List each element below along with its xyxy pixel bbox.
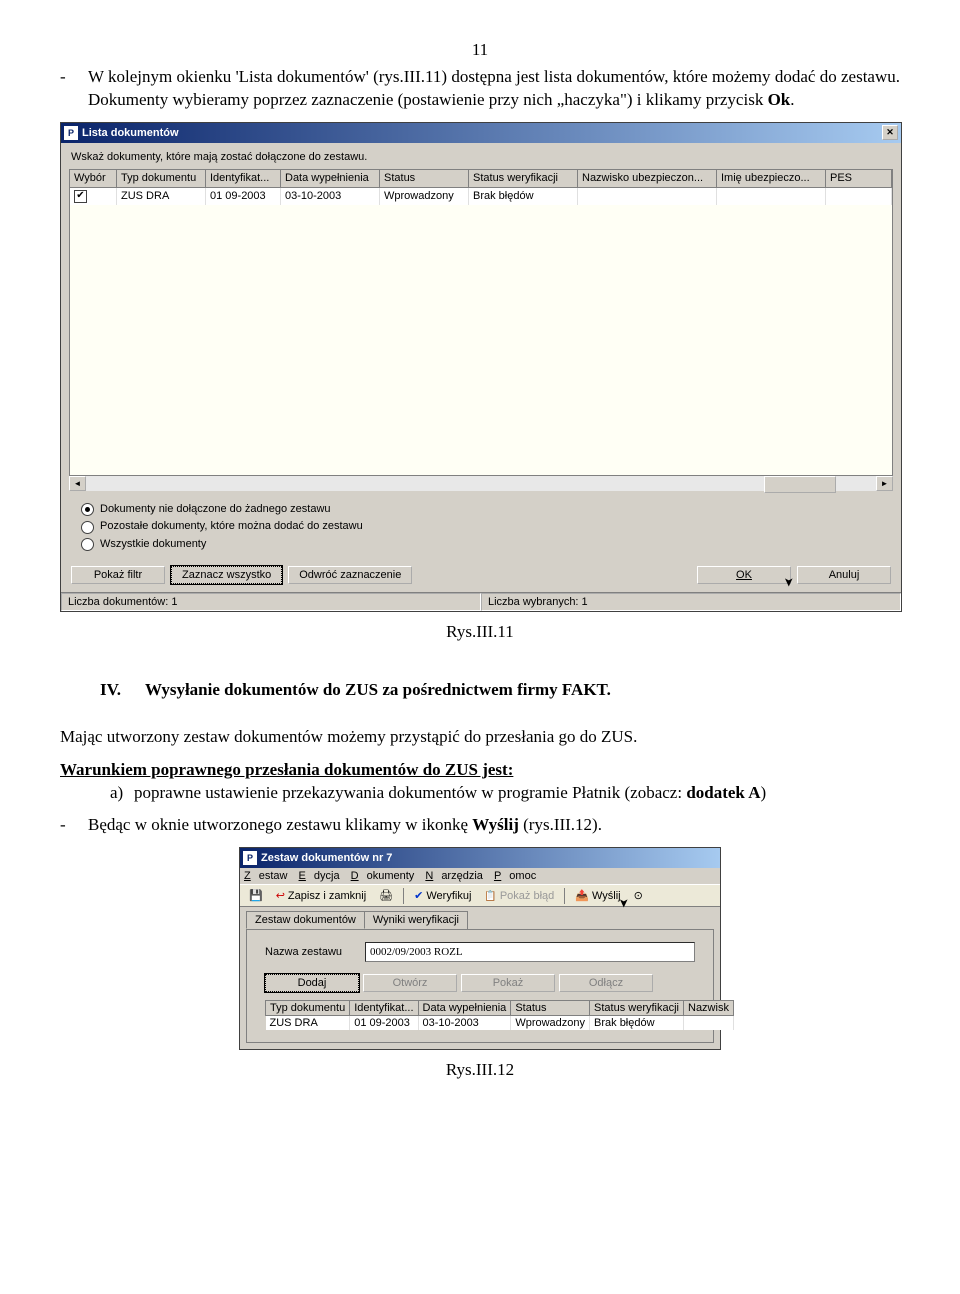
tab-zestaw[interactable]: Zestaw dokumentów (246, 911, 365, 929)
titlebar-2: P Zestaw dokumentów nr 7 (240, 848, 720, 868)
tab-panel: Nazwa zestawu Dodaj Otwórz Pokaż Odłącz … (246, 929, 714, 1043)
scroll-left-icon[interactable]: ◄ (69, 476, 86, 491)
dodaj-button[interactable]: Dodaj (265, 974, 359, 992)
verify-button[interactable]: Weryfikuj (409, 887, 476, 904)
table-row[interactable]: ZUS DRA 01 09-2003 03-10-2003 Wprowadzon… (266, 1016, 734, 1031)
lista-dokumentow-dialog: P Lista dokumentów ✕ Wskaż dokumenty, kt… (60, 122, 902, 612)
condition-heading: Warunkiem poprawnego przesłania dokument… (60, 760, 513, 779)
titlebar: P Lista dokumentów ✕ (61, 123, 901, 143)
horizontal-scrollbar[interactable]: ◄ ► (69, 476, 893, 491)
table-row[interactable]: ✔ ZUS DRA 01 09-2003 03-10-2003 Wprowadz… (70, 187, 892, 205)
paragraph-1: - W kolejnym okienku 'Lista dokumentów' … (60, 66, 900, 112)
paragraph-2: Mając utworzony zestaw dokumentów możemy… (60, 726, 900, 749)
check-icon (414, 889, 423, 902)
app-icon: P (243, 851, 257, 865)
disk-icon (249, 889, 263, 902)
cancel-button[interactable]: Anuluj (797, 566, 891, 584)
send-icon (575, 889, 589, 902)
section-heading: IV. Wysyłanie dokumentów do ZUS za pośre… (60, 680, 900, 700)
condition-block: Warunkiem poprawnego przesłania dokument… (60, 759, 900, 805)
odlacz-button: Odłącz (559, 974, 653, 992)
radio-not-attached[interactable] (81, 503, 94, 516)
zestaw-dokumentow-dialog: P Zestaw dokumentów nr 7 Zestaw Edycja D… (239, 847, 721, 1050)
select-all-button[interactable]: Zaznacz wszystko (171, 566, 282, 584)
page-number: 11 (60, 40, 900, 60)
radio-other[interactable] (81, 521, 94, 534)
scroll-right-icon[interactable]: ► (876, 476, 893, 491)
figure-caption-1: Rys.III.11 (60, 622, 900, 642)
toolbar: Zapisz i zamknij Weryfikuj Pokaż błąd Wy… (240, 884, 720, 907)
radio-all[interactable] (81, 538, 94, 551)
para1-ok: Ok (768, 90, 791, 109)
print-button[interactable] (374, 887, 398, 904)
pokaz-button: Pokaż (461, 974, 555, 992)
instruction-text: Wskaż dokumenty, które mają zostać dołąc… (61, 143, 901, 169)
ok-button[interactable]: OK (697, 566, 791, 584)
tabs: Zestaw dokumentów Wyniki weryfikacji (240, 907, 720, 929)
menu-pomoc[interactable]: Pomoc (494, 870, 536, 882)
nazwa-zestawu-input[interactable] (365, 942, 695, 962)
tab-wyniki[interactable]: Wyniki weryfikacji (364, 911, 468, 929)
figure-caption-2: Rys.III.12 (60, 1060, 900, 1080)
list-body (70, 205, 892, 475)
status-doc-count: Liczba dokumentów: 1 (61, 593, 481, 611)
zestaw-table: Typ dokumentu Identyfikat... Data wypełn… (265, 1000, 734, 1030)
filter-radios: Dokumenty nie dołączone do żadnego zesta… (61, 497, 901, 562)
row-checkbox[interactable]: ✔ (74, 190, 87, 203)
menu-bar[interactable]: Zestaw Edycja Dokumenty Narzędzia Pomoc (240, 868, 720, 884)
close-icon[interactable]: ✕ (882, 125, 898, 140)
table-header-row: Wybór Typ dokumentu Identyfikat... Data … (70, 170, 892, 188)
toolbar-end-button[interactable]: ⊙ (629, 887, 648, 904)
arrow-icon (276, 889, 285, 902)
show-filter-button[interactable]: Pokaż filtr (71, 566, 165, 584)
label-nazwa: Nazwa zestawu (265, 946, 365, 958)
paragraph-3: - Będąc w oknie utworzonego zestawu klik… (60, 814, 900, 837)
invert-selection-button[interactable]: Odwróć zaznaczenie (288, 566, 412, 584)
dialog2-title: Zestaw dokumentów nr 7 (261, 852, 392, 864)
dialog-title: Lista dokumentów (82, 127, 179, 139)
menu-edycja[interactable]: Edycja (299, 870, 340, 882)
menu-narzedzia[interactable]: Narzędzia (425, 870, 483, 882)
menu-dokumenty[interactable]: Dokumenty (351, 870, 415, 882)
status-selected-count: Liczba wybranych: 1 (481, 593, 901, 611)
doc-icon (484, 890, 496, 902)
status-bar: Liczba dokumentów: 1 Liczba wybranych: 1 (61, 592, 901, 611)
show-error-button: Pokaż błąd (479, 888, 559, 904)
print-icon (379, 889, 393, 902)
otworz-button: Otwórz (363, 974, 457, 992)
save-close-button[interactable]: Zapisz i zamknij (271, 887, 371, 904)
save-icon-button[interactable] (244, 887, 268, 904)
menu-zestaw[interactable]: Zestaw (244, 870, 287, 882)
scroll-thumb[interactable] (764, 476, 836, 493)
document-table: Wybór Typ dokumentu Identyfikat... Data … (69, 169, 893, 476)
send-button[interactable]: Wyślij (570, 887, 625, 904)
app-icon: P (64, 126, 78, 140)
